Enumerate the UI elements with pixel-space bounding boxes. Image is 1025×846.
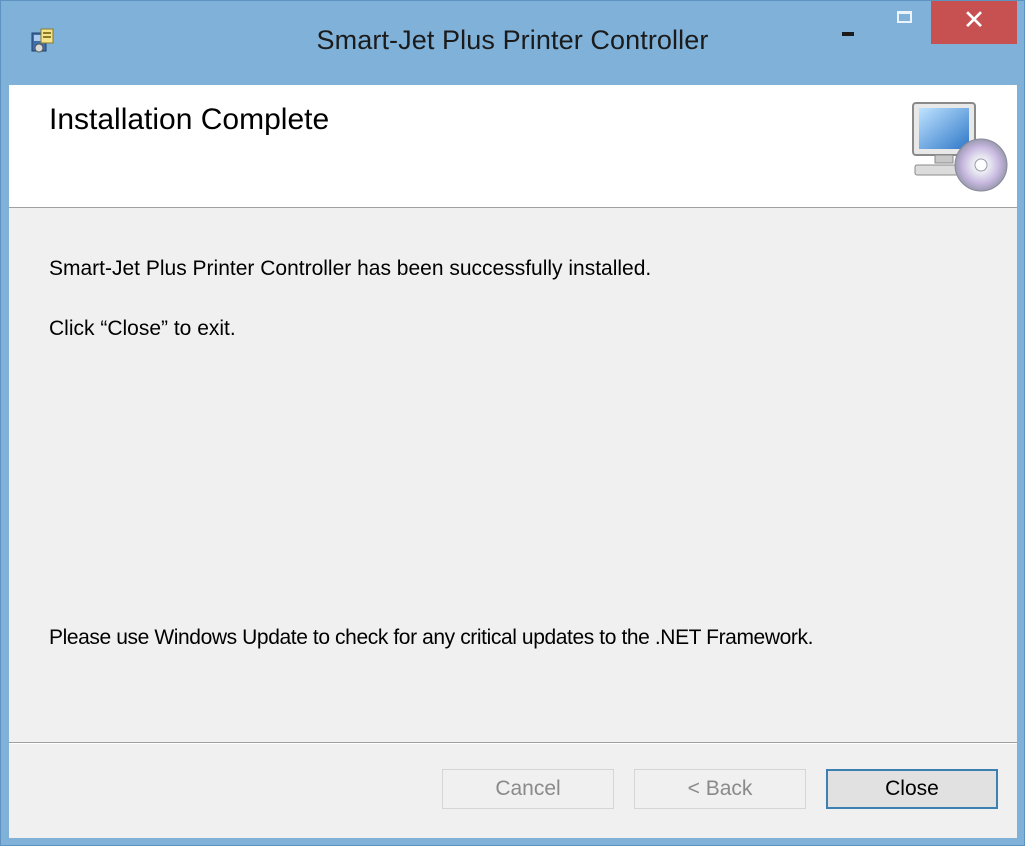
computer-cd-icon xyxy=(912,102,1008,192)
button-separator xyxy=(9,742,1017,744)
maximize-button xyxy=(881,1,927,43)
maximize-icon xyxy=(897,11,912,23)
back-button: < Back xyxy=(634,769,806,809)
page-title: Installation Complete xyxy=(49,103,330,136)
installer-window: Smart-Jet Plus Printer Controller ✕ Inst… xyxy=(0,0,1025,846)
success-message: Smart-Jet Plus Printer Controller has be… xyxy=(49,257,652,280)
header-banner: Installation Complete xyxy=(9,85,1017,208)
close-icon: ✕ xyxy=(962,5,986,35)
minimize-icon xyxy=(842,32,854,36)
close-window-button[interactable]: ✕ xyxy=(931,1,1017,44)
title-bar[interactable]: Smart-Jet Plus Printer Controller ✕ xyxy=(1,1,1024,85)
close-instruction: Click “Close” to exit. xyxy=(49,317,236,340)
minimize-button[interactable] xyxy=(825,1,871,43)
dialog-client-area: Installation Complete Smart-Jet Plus Pri… xyxy=(9,85,1017,838)
update-note: Please use Windows Update to check for a… xyxy=(49,626,814,649)
close-button[interactable]: Close xyxy=(826,769,998,809)
cancel-button: Cancel xyxy=(442,769,614,809)
